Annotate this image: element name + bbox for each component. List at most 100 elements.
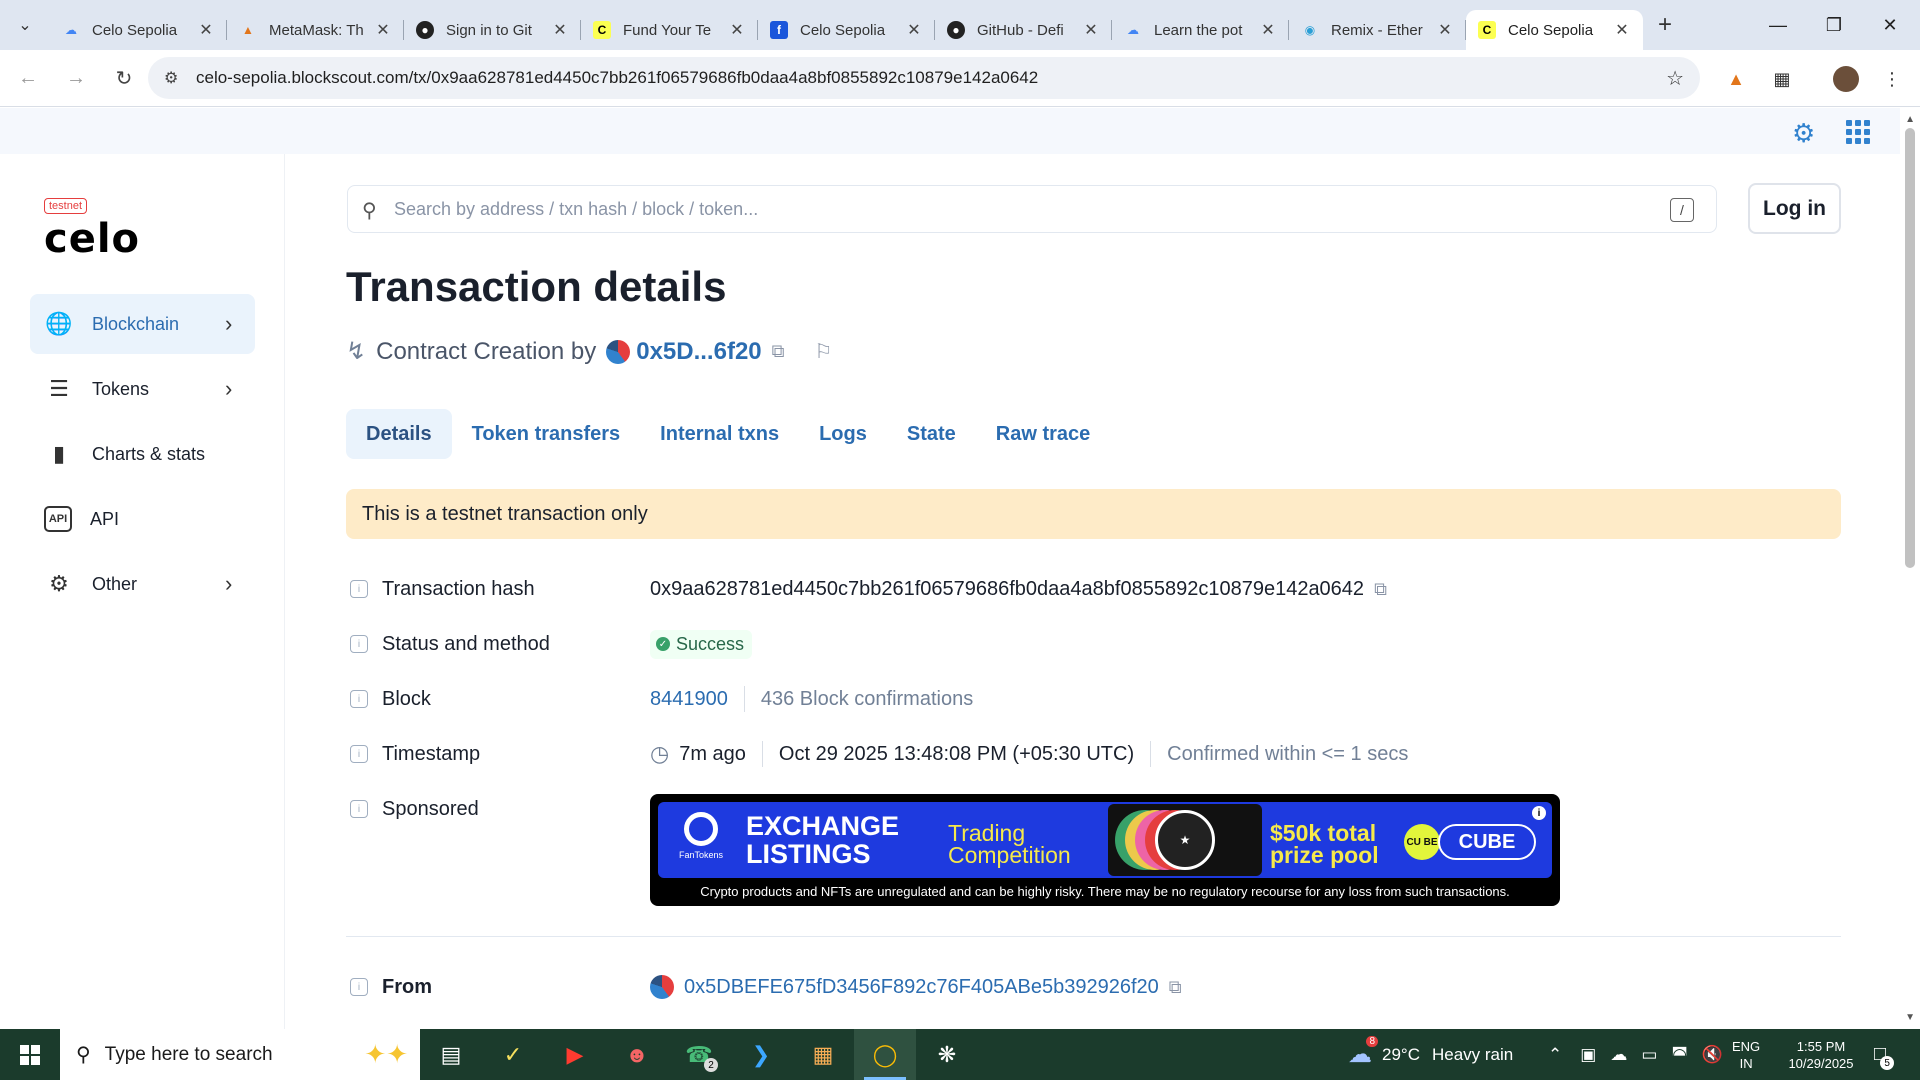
login-button[interactable]: Log in (1748, 183, 1841, 234)
chatgpt-icon[interactable]: ❋ (916, 1029, 978, 1080)
browser-tab[interactable]: ● Sign in to Git ✕ (404, 10, 581, 50)
browser-tab-active[interactable]: C Celo Sepolia ✕ (1466, 10, 1643, 50)
wifi-icon[interactable]: ◚ (1671, 1045, 1688, 1065)
taskbar-search-text: Type here to search (104, 1043, 273, 1065)
browser-menu-icon[interactable]: ⋮ (1876, 63, 1908, 95)
tab-title: MetaMask: Th (269, 21, 364, 39)
onedrive-icon[interactable]: ☁ (1610, 1045, 1627, 1065)
from-address-link[interactable]: 0x5DBEFE675fD3456F892c76F405ABe5b392926f… (684, 976, 1159, 999)
vscode-icon[interactable]: ❯ (730, 1029, 792, 1080)
chevron-right-icon: › (225, 311, 233, 336)
cube-label: CUBE (1438, 824, 1536, 860)
new-tab-button[interactable]: + (1647, 7, 1683, 43)
close-icon[interactable]: ✕ (1436, 20, 1454, 40)
info-icon[interactable]: i (350, 978, 368, 996)
github-icon: ● (416, 21, 434, 39)
tab-token-transfers[interactable]: Token transfers (452, 409, 641, 459)
ad-info-icon[interactable]: i (1532, 806, 1546, 820)
back-button[interactable]: ← (8, 58, 48, 98)
battery-icon[interactable]: ▭ (1641, 1045, 1657, 1065)
page-top-bar (0, 108, 1900, 154)
notifications-button[interactable]: □ 5 (1874, 1029, 1895, 1080)
info-icon[interactable]: i (350, 635, 368, 653)
taskbar-search[interactable]: ⚲ Type here to search ✦✦ (60, 1029, 420, 1080)
copy-icon[interactable]: ⧉ (772, 341, 785, 362)
close-icon[interactable]: ✕ (551, 20, 569, 40)
tx-tabs: Details Token transfers Internal txns Lo… (346, 409, 1110, 459)
notes-app-icon[interactable]: ✓ (482, 1029, 544, 1080)
apps-grid-icon[interactable] (1846, 120, 1870, 144)
extensions-puzzle-icon[interactable]: ▦ (1766, 63, 1798, 95)
sidebar-item-api[interactable]: API API (30, 489, 255, 549)
sidebar-item-blockchain[interactable]: 🌐 Blockchain › (30, 294, 255, 354)
metamask-extension-icon[interactable]: ▲ (1720, 63, 1752, 95)
url-field[interactable]: ⚙ celo-sepolia.blockscout.com/tx/0x9aa62… (148, 57, 1700, 99)
minimize-button[interactable]: — (1750, 0, 1806, 50)
browser-tab[interactable]: C Fund Your Te ✕ (581, 10, 758, 50)
weather-widget[interactable]: ☁ 8 29°C Heavy rain (1348, 1029, 1513, 1080)
detail-row-sponsored: i Sponsored (346, 789, 479, 829)
scroll-down-arrow-icon[interactable]: ▼ (1905, 1012, 1915, 1023)
copy-icon[interactable]: ⧉ (1374, 579, 1387, 600)
sidebar-item-charts[interactable]: ▮ Charts & stats (30, 424, 255, 484)
remix-icon: ◉ (1304, 23, 1316, 37)
tab-search-button[interactable]: ⌄ (0, 0, 50, 50)
speaker-muted-icon[interactable]: 🔇 (1702, 1045, 1723, 1065)
browser-tab[interactable]: f Celo Sepolia ✕ (758, 10, 935, 50)
profile-avatar[interactable] (1830, 63, 1862, 95)
copy-icon[interactable]: ⧉ (1169, 977, 1182, 998)
browser-tab[interactable]: ◉ Remix - Ether ✕ (1289, 10, 1466, 50)
scrollbar-thumb[interactable] (1905, 128, 1915, 568)
block-number-link[interactable]: 8441900 (650, 688, 728, 711)
info-icon[interactable]: i (350, 800, 368, 818)
close-icon[interactable]: ✕ (374, 20, 392, 40)
task-view-icon[interactable]: ▤ (420, 1029, 482, 1080)
info-icon[interactable]: i (350, 580, 368, 598)
site-info-icon[interactable]: ⚙ (164, 68, 178, 88)
browser-tab[interactable]: ▲ MetaMask: Th ✕ (227, 10, 404, 50)
chrome-icon[interactable]: ◯ (854, 1029, 916, 1080)
tab-state[interactable]: State (887, 409, 976, 459)
chevron-up-icon[interactable]: ⌃ (1548, 1045, 1562, 1065)
reload-button[interactable]: ↻ (104, 58, 144, 98)
close-window-button[interactable]: ✕ (1862, 0, 1918, 50)
close-icon[interactable]: ✕ (728, 20, 746, 40)
bookmark-star-icon[interactable]: ☆ (1666, 66, 1684, 91)
info-icon[interactable]: i (350, 690, 368, 708)
info-icon[interactable]: i (350, 745, 368, 763)
sidebar-item-tokens[interactable]: ☰ Tokens › (30, 359, 255, 419)
tab-raw-trace[interactable]: Raw trace (976, 409, 1111, 459)
sidebar-item-other[interactable]: ⚙ Other › (30, 554, 255, 614)
search-input[interactable] (394, 198, 1644, 220)
camera-icon[interactable]: ▣ (1580, 1045, 1596, 1065)
language-indicator[interactable]: ENG IN (1732, 1029, 1760, 1080)
browser-tab[interactable]: ☁ Celo Sepolia ✕ (50, 10, 227, 50)
close-icon[interactable]: ✕ (197, 20, 215, 40)
youtube-icon[interactable]: ▶ (544, 1029, 606, 1080)
browser-tab[interactable]: ☁ Learn the pot ✕ (1112, 10, 1289, 50)
restore-button[interactable]: ❐ (1806, 0, 1862, 50)
whatsapp-icon[interactable]: ☎ 2 (668, 1029, 730, 1080)
start-button[interactable] (0, 1029, 60, 1080)
close-icon[interactable]: ✕ (1082, 20, 1100, 40)
tab-logs[interactable]: Logs (799, 409, 887, 459)
tab-internal-txns[interactable]: Internal txns (640, 409, 799, 459)
close-icon[interactable]: ✕ (1613, 20, 1631, 40)
scroll-up-arrow-icon[interactable]: ▲ (1905, 114, 1915, 125)
close-icon[interactable]: ✕ (1259, 20, 1277, 40)
clock[interactable]: 1:55 PM 10/29/2025 (1776, 1029, 1866, 1080)
game-app-icon[interactable]: ☻ (606, 1029, 668, 1080)
settings-gear-icon[interactable]: ⚙ (1792, 118, 1815, 149)
tab-details[interactable]: Details (346, 409, 452, 459)
tab-title: Learn the pot (1154, 21, 1243, 39)
sponsored-banner[interactable]: FanTokens EXCHANGE LISTINGS Trading Comp… (650, 794, 1560, 906)
browser-tabstrip: ⌄ ☁ Celo Sepolia ✕ ▲ MetaMask: Th ✕ ● Si… (0, 0, 1920, 50)
creator-address-link[interactable]: 0x5D...6f20 (636, 338, 761, 366)
forward-button[interactable]: → (56, 58, 96, 98)
browser-tab[interactable]: ● GitHub - Defi ✕ (935, 10, 1112, 50)
celo-logo[interactable]: celo (44, 216, 140, 262)
close-icon[interactable]: ✕ (905, 20, 923, 40)
fantokens-text: FanTokens (678, 850, 724, 860)
add-tag-icon[interactable]: ⚐ (815, 339, 833, 364)
store-icon[interactable]: ▦ (792, 1029, 854, 1080)
